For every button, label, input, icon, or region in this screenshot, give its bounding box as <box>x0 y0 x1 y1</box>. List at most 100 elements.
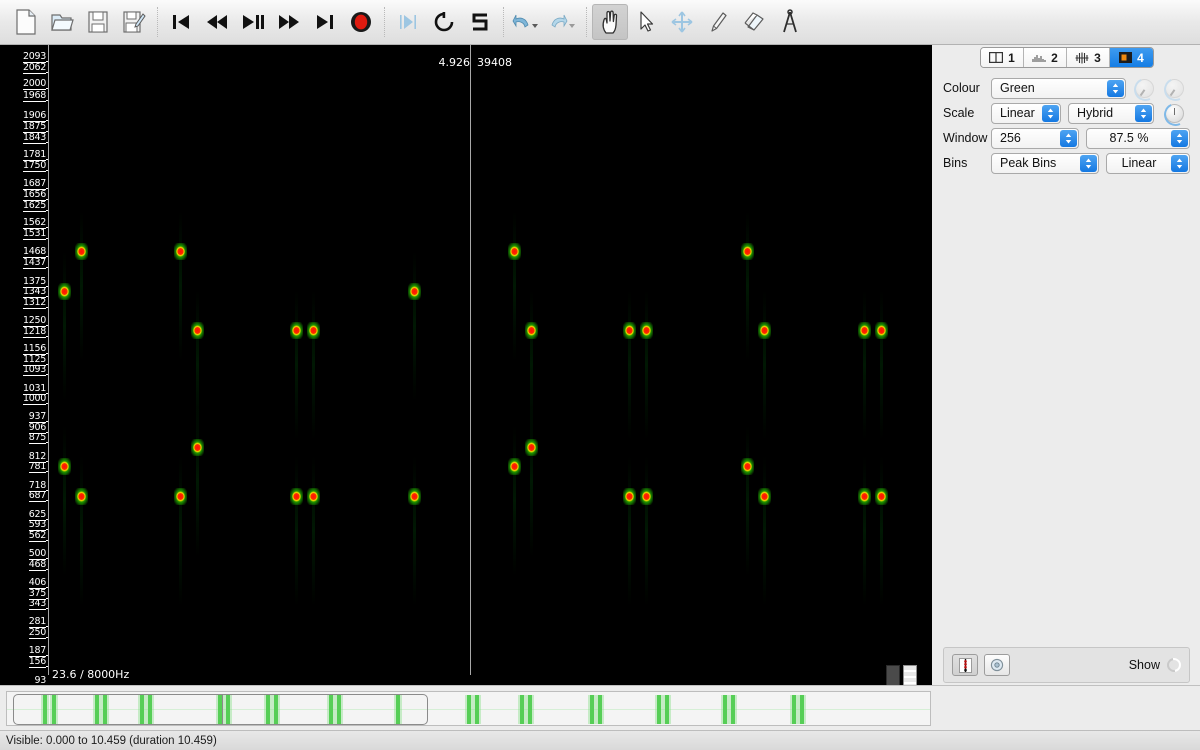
frequency-tick: 250 <box>28 627 48 639</box>
chevron-updown-icon[interactable] <box>1080 154 1097 172</box>
loop-icon[interactable] <box>426 4 462 40</box>
edit-move-icon[interactable] <box>664 4 700 40</box>
overview-event-bar-halo <box>335 695 343 724</box>
tab-pane-1[interactable]: 1 <box>981 48 1024 67</box>
pane-layout-icon <box>989 52 1004 63</box>
overview-event-bar-halo <box>588 695 596 724</box>
overview-event-bar-halo <box>41 695 49 724</box>
tab-label: 4 <box>1137 50 1144 65</box>
colour-select[interactable]: Green <box>991 77 1126 99</box>
right-pane-sample-label: 39408 <box>477 56 512 69</box>
bins-select[interactable]: Peak Bins <box>991 152 1099 174</box>
spectrogram-peak-blob <box>408 488 421 505</box>
scale-select[interactable]: Linear <box>991 102 1061 124</box>
window-row: Window 256 87.5 % <box>933 126 1200 150</box>
spectrogram-peak-blob <box>858 488 871 505</box>
navigate-hand-icon[interactable] <box>592 4 628 40</box>
select-arrow-icon[interactable] <box>628 4 664 40</box>
chevron-updown-icon[interactable] <box>1171 154 1188 172</box>
show-label: Show <box>1128 658 1160 672</box>
frequency-tick: 2093 <box>23 51 48 63</box>
overview-playhead[interactable] <box>222 694 223 725</box>
colour-rotate-knob-1[interactable] <box>1130 74 1161 104</box>
erase-icon[interactable] <box>736 4 772 40</box>
overview-event-bar-halo <box>50 695 58 724</box>
spectrogram-peak-blob <box>758 322 771 339</box>
target-circle-icon <box>990 658 1004 672</box>
frequency-axis-ruler: 2093 2062 2000 1968 1906 1875 1843 1781 1750 1687… <box>0 45 48 685</box>
frequency-tick: 1343 <box>23 286 48 298</box>
spectrogram-peak-blob <box>58 458 71 475</box>
solo-icon[interactable] <box>462 4 498 40</box>
play-selection-icon[interactable] <box>390 4 426 40</box>
window-overlap-select[interactable]: 87.5 % <box>1086 127 1190 149</box>
overview-event-bar-halo <box>790 695 798 724</box>
chevron-updown-icon[interactable] <box>1060 129 1077 147</box>
chevron-updown-icon[interactable] <box>1107 79 1124 97</box>
frequency-tick: 593 <box>28 519 48 531</box>
redo-icon[interactable] <box>545 4 581 40</box>
properties-panel: 1 2 3 4 Colour Green Scale Linear Hybrid… <box>933 45 1200 685</box>
peak-frequency-button[interactable] <box>984 654 1010 676</box>
left-pane-time-label: 4.926 <box>438 56 471 69</box>
draw-pencil-icon[interactable] <box>700 4 736 40</box>
spectrogram-pane-right[interactable] <box>471 45 932 685</box>
tab-pane-3[interactable]: 3 <box>1067 48 1110 67</box>
save-icon[interactable] <box>80 4 116 40</box>
measure-icon[interactable] <box>772 4 808 40</box>
record-icon[interactable] <box>343 4 379 40</box>
new-file-icon[interactable] <box>8 4 44 40</box>
rewind-icon[interactable] <box>199 4 235 40</box>
open-folder-icon[interactable] <box>44 4 80 40</box>
forward-to-end-icon[interactable] <box>307 4 343 40</box>
application-window: 2093 2062 2000 1968 1906 1875 1843 1781 1750 1687… <box>0 0 1200 750</box>
colour-label: Colour <box>943 81 980 95</box>
scale-label: Scale <box>943 106 975 120</box>
spectrogram-view[interactable]: 2093 2062 2000 1968 1906 1875 1843 1781 1750 1687… <box>0 45 932 728</box>
frequency-tick: 1250 <box>23 315 48 327</box>
overview-event-bar-halo <box>655 695 663 724</box>
undo-icon[interactable] <box>509 4 545 40</box>
spectrogram-faint-trace <box>645 456 648 606</box>
overview-event-bar-halo <box>663 695 671 724</box>
spectrogram-peak-blob <box>875 322 888 339</box>
frequency-tick: 1625 <box>23 200 48 212</box>
overview-event-bar-halo <box>138 695 146 724</box>
colour-scale-button[interactable] <box>952 654 978 676</box>
status-text: Visible: 0.000 to 10.459 (duration 10.45… <box>6 734 217 747</box>
spectrogram-faint-trace <box>312 456 315 606</box>
chevron-updown-icon[interactable] <box>1042 104 1059 122</box>
frequency-tick: 1750 <box>23 160 48 172</box>
spectrogram-faint-trace <box>179 211 182 361</box>
status-bar: Visible: 0.000 to 10.459 (duration 10.45… <box>0 730 1200 750</box>
frequency-tick: 281 <box>28 616 48 628</box>
frequency-tick: 1437 <box>23 257 48 269</box>
bins-row: Bins Peak Bins Linear <box>933 151 1200 175</box>
spectrogram-peak-blob <box>191 322 204 339</box>
timeline-overview[interactable] <box>6 691 931 726</box>
frequency-tick: 1093 <box>23 364 48 376</box>
scale-type-select[interactable]: Hybrid <box>1068 102 1154 124</box>
colour-rotate-knob-2[interactable] <box>1160 74 1191 104</box>
fast-forward-icon[interactable] <box>271 4 307 40</box>
pane-divider-right <box>470 45 471 675</box>
save-as-icon[interactable] <box>116 4 152 40</box>
rewind-to-start-icon[interactable] <box>163 4 199 40</box>
chevron-updown-icon[interactable] <box>1135 104 1152 122</box>
play-pause-icon[interactable] <box>235 4 271 40</box>
scale-gain-knob[interactable] <box>1160 99 1191 129</box>
frequency-tick: 2000 <box>23 78 48 90</box>
tab-pane-4[interactable]: 4 <box>1110 48 1153 67</box>
bins-scale-select[interactable]: Linear <box>1106 152 1190 174</box>
spectrogram-faint-trace <box>513 211 516 361</box>
tab-pane-2[interactable]: 2 <box>1024 48 1067 67</box>
overview-panel <box>0 685 1200 730</box>
show-toggle[interactable]: Show <box>1128 655 1184 675</box>
spectrogram-icon <box>1119 52 1133 63</box>
spectrogram-peak-blob <box>741 243 754 260</box>
spectrogram-pane-left[interactable] <box>49 45 470 685</box>
frequency-tick: 1875 <box>23 121 48 133</box>
window-size-select[interactable]: 256 <box>991 127 1079 149</box>
display-options-box: Show <box>943 647 1190 683</box>
chevron-updown-icon[interactable] <box>1171 129 1188 147</box>
